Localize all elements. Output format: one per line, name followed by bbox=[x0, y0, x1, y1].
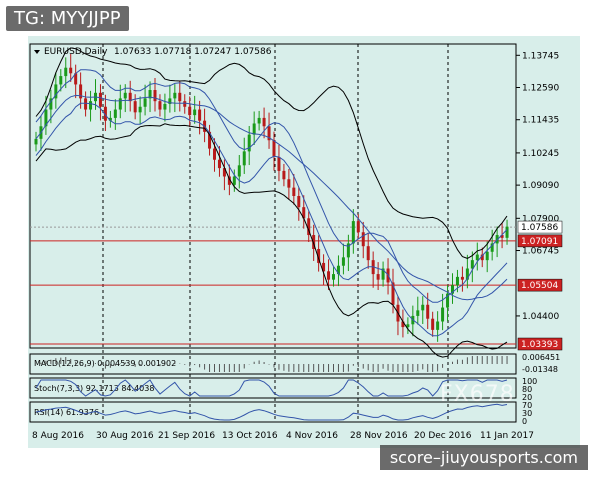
date-axis-label: 30 Aug 2016 bbox=[96, 431, 154, 441]
candle-body bbox=[98, 92, 102, 107]
candle-body bbox=[282, 170, 286, 180]
date-axis-label: 11 Jan 2017 bbox=[480, 431, 534, 441]
candle-body bbox=[376, 274, 380, 280]
candle-body bbox=[173, 92, 177, 99]
candle-body bbox=[277, 156, 281, 171]
screenshot-frame: EURUSD,Daily 1.07633 1.07718 1.07247 1.07… bbox=[0, 0, 600, 480]
candle-body bbox=[163, 103, 167, 110]
candle-body bbox=[59, 76, 63, 85]
candle-body bbox=[361, 232, 365, 247]
candle-body bbox=[153, 90, 157, 102]
candle-body bbox=[138, 106, 142, 113]
rsi-axis-zero: 0 bbox=[522, 417, 527, 426]
inner-band-upper bbox=[35, 69, 508, 303]
price-tick-label: 1.10245 bbox=[522, 149, 559, 159]
candle-body bbox=[485, 251, 489, 261]
candle-body bbox=[89, 101, 93, 110]
price-tick-label: 1.13745 bbox=[522, 51, 559, 61]
bollinger-middle-band bbox=[35, 94, 508, 301]
candle-body bbox=[252, 123, 256, 135]
date-axis-label: 13 Oct 2016 bbox=[222, 431, 278, 441]
price-tick-label: 1.11435 bbox=[522, 116, 559, 126]
price-marker-label: 1.07586 bbox=[521, 223, 558, 233]
price-marker-label: 1.03393 bbox=[521, 340, 558, 350]
fx-watermark: FX678 bbox=[440, 382, 515, 407]
candle-body bbox=[69, 67, 73, 74]
candle-body bbox=[416, 310, 420, 316]
candle-body bbox=[292, 187, 296, 196]
site-watermark: score–jiuyousports.com bbox=[379, 445, 588, 470]
candle-body bbox=[257, 117, 261, 124]
date-axis-label: 4 Nov 2016 bbox=[286, 431, 338, 441]
candle-body bbox=[143, 98, 147, 107]
candle-body bbox=[113, 109, 117, 118]
candle-body bbox=[341, 257, 345, 266]
candle-body bbox=[426, 304, 430, 319]
rsi-line bbox=[35, 403, 508, 421]
chart-ohlc-readout: 1.07633 1.07718 1.07247 1.07586 bbox=[114, 47, 272, 57]
candle-body bbox=[237, 165, 241, 177]
price-tick-label: 1.09090 bbox=[522, 181, 559, 191]
candle-body bbox=[247, 134, 251, 152]
candle-body bbox=[356, 221, 360, 233]
candle-body bbox=[351, 221, 355, 244]
candle-body bbox=[34, 138, 38, 145]
candle-body bbox=[297, 196, 301, 208]
price-tick-label: 1.04400 bbox=[522, 312, 559, 322]
chart-symbol-label: EURUSD,Daily bbox=[44, 47, 108, 57]
candle-body bbox=[242, 151, 246, 166]
candle-body bbox=[118, 98, 122, 110]
price-tick-label: 1.12590 bbox=[522, 84, 559, 94]
candle-body bbox=[366, 246, 370, 261]
candle-body bbox=[455, 276, 459, 286]
price-tick-label: 1.06745 bbox=[522, 247, 559, 257]
candle-body bbox=[133, 101, 137, 113]
candle-body bbox=[158, 101, 162, 110]
candle-body bbox=[436, 321, 440, 330]
price-marker-label: 1.05504 bbox=[521, 281, 558, 291]
date-axis-label: 8 Aug 2016 bbox=[32, 431, 84, 441]
stoch-label: Stoch(7,3,3) 92.1713 84.4038 bbox=[34, 384, 154, 393]
candle-body bbox=[287, 179, 291, 188]
candle-body bbox=[198, 109, 202, 121]
price-marker-label: 1.07091 bbox=[521, 237, 558, 247]
date-axis-label: 21 Sep 2016 bbox=[158, 431, 215, 441]
candle-body bbox=[327, 271, 331, 280]
candle-body bbox=[431, 318, 435, 330]
candle-body bbox=[193, 109, 197, 116]
date-axis-label: 20 Dec 2016 bbox=[414, 431, 472, 441]
candle-body bbox=[188, 106, 192, 116]
candle-body bbox=[475, 254, 479, 261]
candle-body bbox=[272, 140, 276, 157]
telegram-tag: TG: MYYJJPP bbox=[6, 6, 129, 31]
candle-body bbox=[217, 159, 221, 169]
candle-body bbox=[178, 92, 182, 102]
candle-body bbox=[64, 67, 68, 77]
candle-body bbox=[460, 276, 464, 280]
candle-body bbox=[262, 117, 266, 127]
macd-axis-bottom: -0.01348 bbox=[522, 365, 558, 374]
date-axis-label: 28 Nov 2016 bbox=[350, 431, 408, 441]
candle-body bbox=[421, 304, 425, 311]
candle-body bbox=[441, 307, 445, 322]
macd-axis-top: 0.006451 bbox=[522, 353, 560, 362]
dropdown-triangle-icon bbox=[34, 50, 40, 54]
candle-body bbox=[213, 148, 216, 160]
candle-body bbox=[123, 92, 127, 99]
candle-body bbox=[84, 98, 88, 110]
candle-body bbox=[332, 274, 335, 280]
candle-body bbox=[505, 226, 509, 238]
candle-body bbox=[232, 176, 236, 185]
candle-body bbox=[183, 101, 187, 107]
